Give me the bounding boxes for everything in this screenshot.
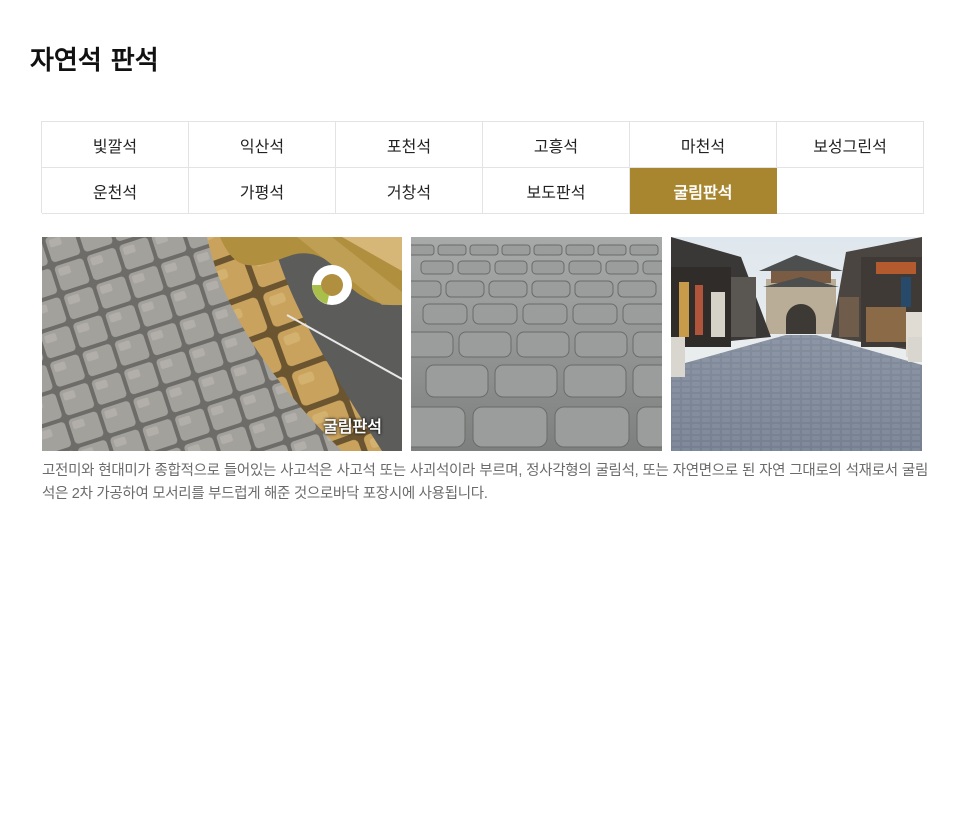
- page-title: 자연석 판석: [30, 46, 159, 76]
- stone-type-tabs: 빛깔석 익산석 포천석 고흥석 마천석 보성그린석 운천석 가평석 거창석 보도…: [41, 121, 924, 214]
- tab-uncheon[interactable]: 운천석: [42, 168, 189, 214]
- tab-geochang[interactable]: 거창석: [336, 168, 483, 214]
- tab-macheon[interactable]: 마천석: [630, 122, 777, 168]
- photo-paved-street: [671, 237, 922, 451]
- tab-iksan[interactable]: 익산석: [189, 122, 336, 168]
- tab-pocheon[interactable]: 포천석: [336, 122, 483, 168]
- photo-label: 굴림판석: [323, 419, 382, 436]
- description-text: 고전미와 현대미가 종합적으로 들어있는 사고석은 사고석 또는 사괴석이라 부…: [42, 463, 928, 502]
- photo-cobblestone-closeup: 굴림판석: [42, 237, 402, 451]
- cobblestone-paving-image: [411, 237, 662, 451]
- tab-gapyeong[interactable]: 가평석: [189, 168, 336, 214]
- tab-goheung[interactable]: 고흥석: [483, 122, 630, 168]
- tab-bodo-panseok[interactable]: 보도판석: [483, 168, 630, 214]
- paved-street-image: [671, 237, 922, 451]
- tab-gullim-panseok[interactable]: 굴림판석: [630, 168, 777, 214]
- tab-bitkkal[interactable]: 빛깔석: [42, 122, 189, 168]
- tab-boseong-green[interactable]: 보성그린석: [777, 122, 924, 168]
- tab-empty: [777, 168, 924, 214]
- photo-cobblestone-paving: [411, 237, 662, 451]
